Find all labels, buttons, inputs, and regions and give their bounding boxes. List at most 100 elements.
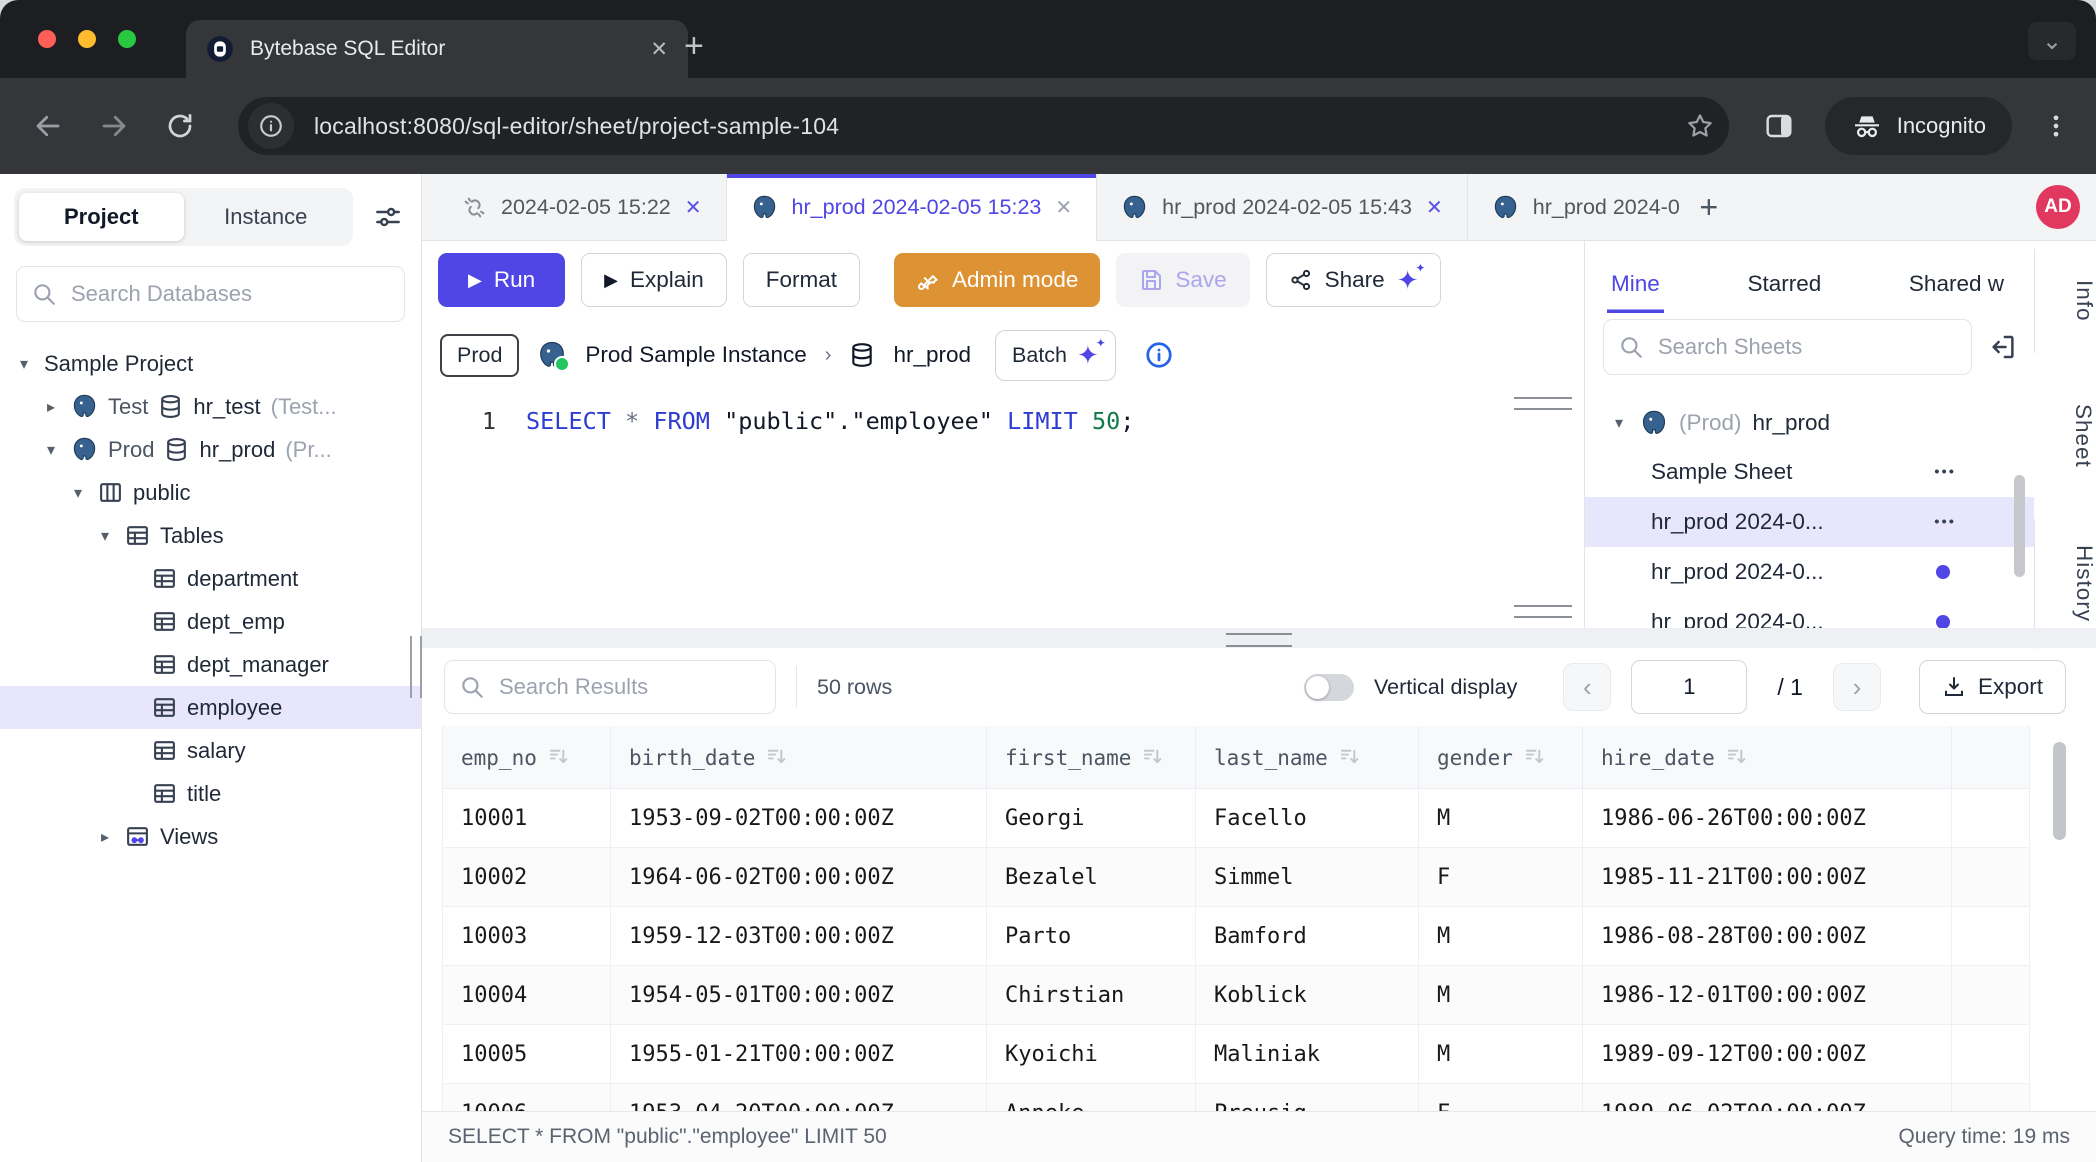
- filter-sliders-icon[interactable]: [373, 202, 403, 232]
- sql-code-line[interactable]: 1 SELECT * FROM "public"."employee" LIMI…: [422, 391, 1584, 435]
- table-scrollbar[interactable]: [2053, 742, 2066, 840]
- table-cell[interactable]: 1953-09-02T00:00:00Z: [611, 789, 987, 848]
- tree-item[interactable]: ▾Tables: [0, 514, 421, 557]
- database-search-input[interactable]: [69, 280, 390, 308]
- table-cell[interactable]: 1989-06-02T00:00:00Z: [1583, 1084, 1952, 1112]
- table-cell[interactable]: Kyoichi: [987, 1025, 1196, 1084]
- sort-icon[interactable]: [1725, 745, 1748, 768]
- caret-right-icon[interactable]: ▸: [95, 827, 115, 847]
- table-cell[interactable]: 10001: [443, 789, 611, 848]
- tree-item[interactable]: salary: [0, 729, 421, 772]
- browser-tab[interactable]: Bytebase SQL Editor ✕: [186, 20, 688, 78]
- tree-item[interactable]: title: [0, 772, 421, 815]
- table-cell[interactable]: 1953-04-20T00:00:00Z: [611, 1084, 987, 1112]
- caret-down-icon[interactable]: ▾: [68, 483, 88, 503]
- format-button[interactable]: Format: [743, 253, 860, 307]
- sheet-tab-shared-w[interactable]: Shared w: [1905, 271, 2008, 313]
- sort-icon[interactable]: [1523, 745, 1546, 768]
- column-header[interactable]: birth_date: [611, 726, 987, 789]
- close-tab-icon[interactable]: ✕: [1426, 195, 1443, 220]
- table-cell[interactable]: Koblick: [1196, 966, 1419, 1025]
- address-bar[interactable]: localhost:8080/sql-editor/sheet/project-…: [238, 97, 1729, 155]
- table-cell[interactable]: Parto: [987, 907, 1196, 966]
- table-cell[interactable]: 1986-12-01T00:00:00Z: [1583, 966, 1952, 1025]
- side-tab-sheet[interactable]: Sheet: [2034, 383, 2096, 489]
- table-cell[interactable]: M: [1419, 789, 1583, 848]
- table-cell[interactable]: Simmel: [1196, 848, 1419, 907]
- sheet-group-header[interactable]: ▾ (Prod) hr_prod: [1585, 399, 2034, 447]
- table-cell[interactable]: M: [1419, 907, 1583, 966]
- tab-instance[interactable]: Instance: [184, 193, 349, 241]
- caret-down-icon[interactable]: ▾: [1609, 413, 1629, 433]
- back-icon[interactable]: [22, 100, 74, 152]
- database-name[interactable]: hr_prod: [893, 342, 971, 368]
- table-cell[interactable]: F: [1419, 1084, 1583, 1112]
- caret-right-icon[interactable]: ▸: [41, 397, 61, 417]
- table-cell[interactable]: 10002: [443, 848, 611, 907]
- sheet-item[interactable]: hr_prod 2024-0...•••: [1585, 497, 2034, 547]
- add-worksheet-button[interactable]: +: [1680, 174, 1738, 240]
- reload-icon[interactable]: [154, 100, 206, 152]
- explain-button[interactable]: ▶ Explain: [581, 253, 727, 307]
- url-text[interactable]: localhost:8080/sql-editor/sheet/project-…: [314, 113, 1665, 140]
- caret-down-icon[interactable]: ▾: [14, 354, 34, 374]
- sql-editor[interactable]: 1 SELECT * FROM "public"."employee" LIMI…: [422, 391, 1584, 628]
- table-cell[interactable]: 1989-09-12T00:00:00Z: [1583, 1025, 1952, 1084]
- column-header[interactable]: gender: [1419, 726, 1583, 789]
- minimize-window-button[interactable]: [78, 30, 96, 48]
- tree-item[interactable]: dept_emp: [0, 600, 421, 643]
- table-cell[interactable]: F: [1419, 848, 1583, 907]
- close-tab-icon[interactable]: ✕: [1055, 195, 1072, 220]
- import-sheet-icon[interactable]: [1988, 332, 2018, 362]
- table-cell[interactable]: 10004: [443, 966, 611, 1025]
- browser-menu-icon[interactable]: [2042, 112, 2070, 140]
- tree-item[interactable]: ▸Testhr_test(Test...: [0, 385, 421, 428]
- export-button[interactable]: Export: [1919, 660, 2066, 714]
- worksheet-tab[interactable]: hr_prod 2024-02-05 15:23✕: [727, 174, 1098, 241]
- sheet-tab-starred[interactable]: Starred: [1743, 271, 1825, 313]
- editor-scrollbar-handle-top[interactable]: [1514, 397, 1572, 410]
- column-header[interactable]: emp_no: [443, 726, 611, 789]
- sort-icon[interactable]: [1141, 745, 1164, 768]
- column-header[interactable]: hire_date: [1583, 726, 1952, 789]
- sheet-item[interactable]: Sample Sheet•••: [1585, 447, 2034, 497]
- next-page-button[interactable]: ›: [1833, 663, 1881, 711]
- sheet-search[interactable]: [1603, 319, 1972, 375]
- column-header[interactable]: last_name: [1196, 726, 1419, 789]
- database-search[interactable]: [16, 266, 405, 322]
- page-number-input[interactable]: [1632, 673, 1746, 701]
- worksheet-tab[interactable]: hr_prod 2024-02-05 15:43✕: [1097, 174, 1468, 240]
- sheet-search-input[interactable]: [1656, 333, 1957, 361]
- sidebar-resize-handle[interactable]: [410, 636, 422, 698]
- sheet-tab-mine[interactable]: Mine: [1607, 271, 1664, 313]
- close-tab-icon[interactable]: ✕: [685, 195, 702, 220]
- sort-icon[interactable]: [765, 745, 788, 768]
- editor-scrollbar-handle-bottom[interactable]: [1514, 605, 1572, 618]
- table-cell[interactable]: 10003: [443, 907, 611, 966]
- sheet-list-scrollbar[interactable]: [2014, 475, 2025, 577]
- tree-item[interactable]: employee: [0, 686, 421, 729]
- forward-icon[interactable]: [88, 100, 140, 152]
- table-cell[interactable]: Facello: [1196, 789, 1419, 848]
- side-tab-info[interactable]: Info: [2034, 249, 2096, 353]
- more-menu-icon[interactable]: •••: [1934, 514, 1956, 531]
- table-cell[interactable]: M: [1419, 966, 1583, 1025]
- worksheet-tab[interactable]: 2024-02-05 15:22✕: [438, 174, 727, 240]
- table-cell[interactable]: 10005: [443, 1025, 611, 1084]
- table-cell[interactable]: Preusig: [1196, 1084, 1419, 1112]
- column-header[interactable]: first_name: [987, 726, 1196, 789]
- table-cell[interactable]: Anneke: [987, 1084, 1196, 1112]
- tree-item[interactable]: dept_manager: [0, 643, 421, 686]
- table-cell[interactable]: 1985-11-21T00:00:00Z: [1583, 848, 1952, 907]
- info-circle-icon[interactable]: [1144, 340, 1174, 370]
- vertical-display-toggle[interactable]: [1304, 674, 1354, 701]
- side-panel-icon[interactable]: [1763, 110, 1795, 142]
- save-button[interactable]: Save: [1116, 253, 1249, 307]
- panel-drag-handle[interactable]: [1226, 633, 1292, 647]
- batch-button[interactable]: Batch ✦✦: [995, 330, 1116, 381]
- page-number-field[interactable]: [1631, 660, 1747, 714]
- caret-down-icon[interactable]: ▾: [41, 440, 61, 460]
- table-cell[interactable]: M: [1419, 1025, 1583, 1084]
- sort-icon[interactable]: [547, 745, 570, 768]
- share-button[interactable]: Share ✦✦: [1266, 253, 1442, 307]
